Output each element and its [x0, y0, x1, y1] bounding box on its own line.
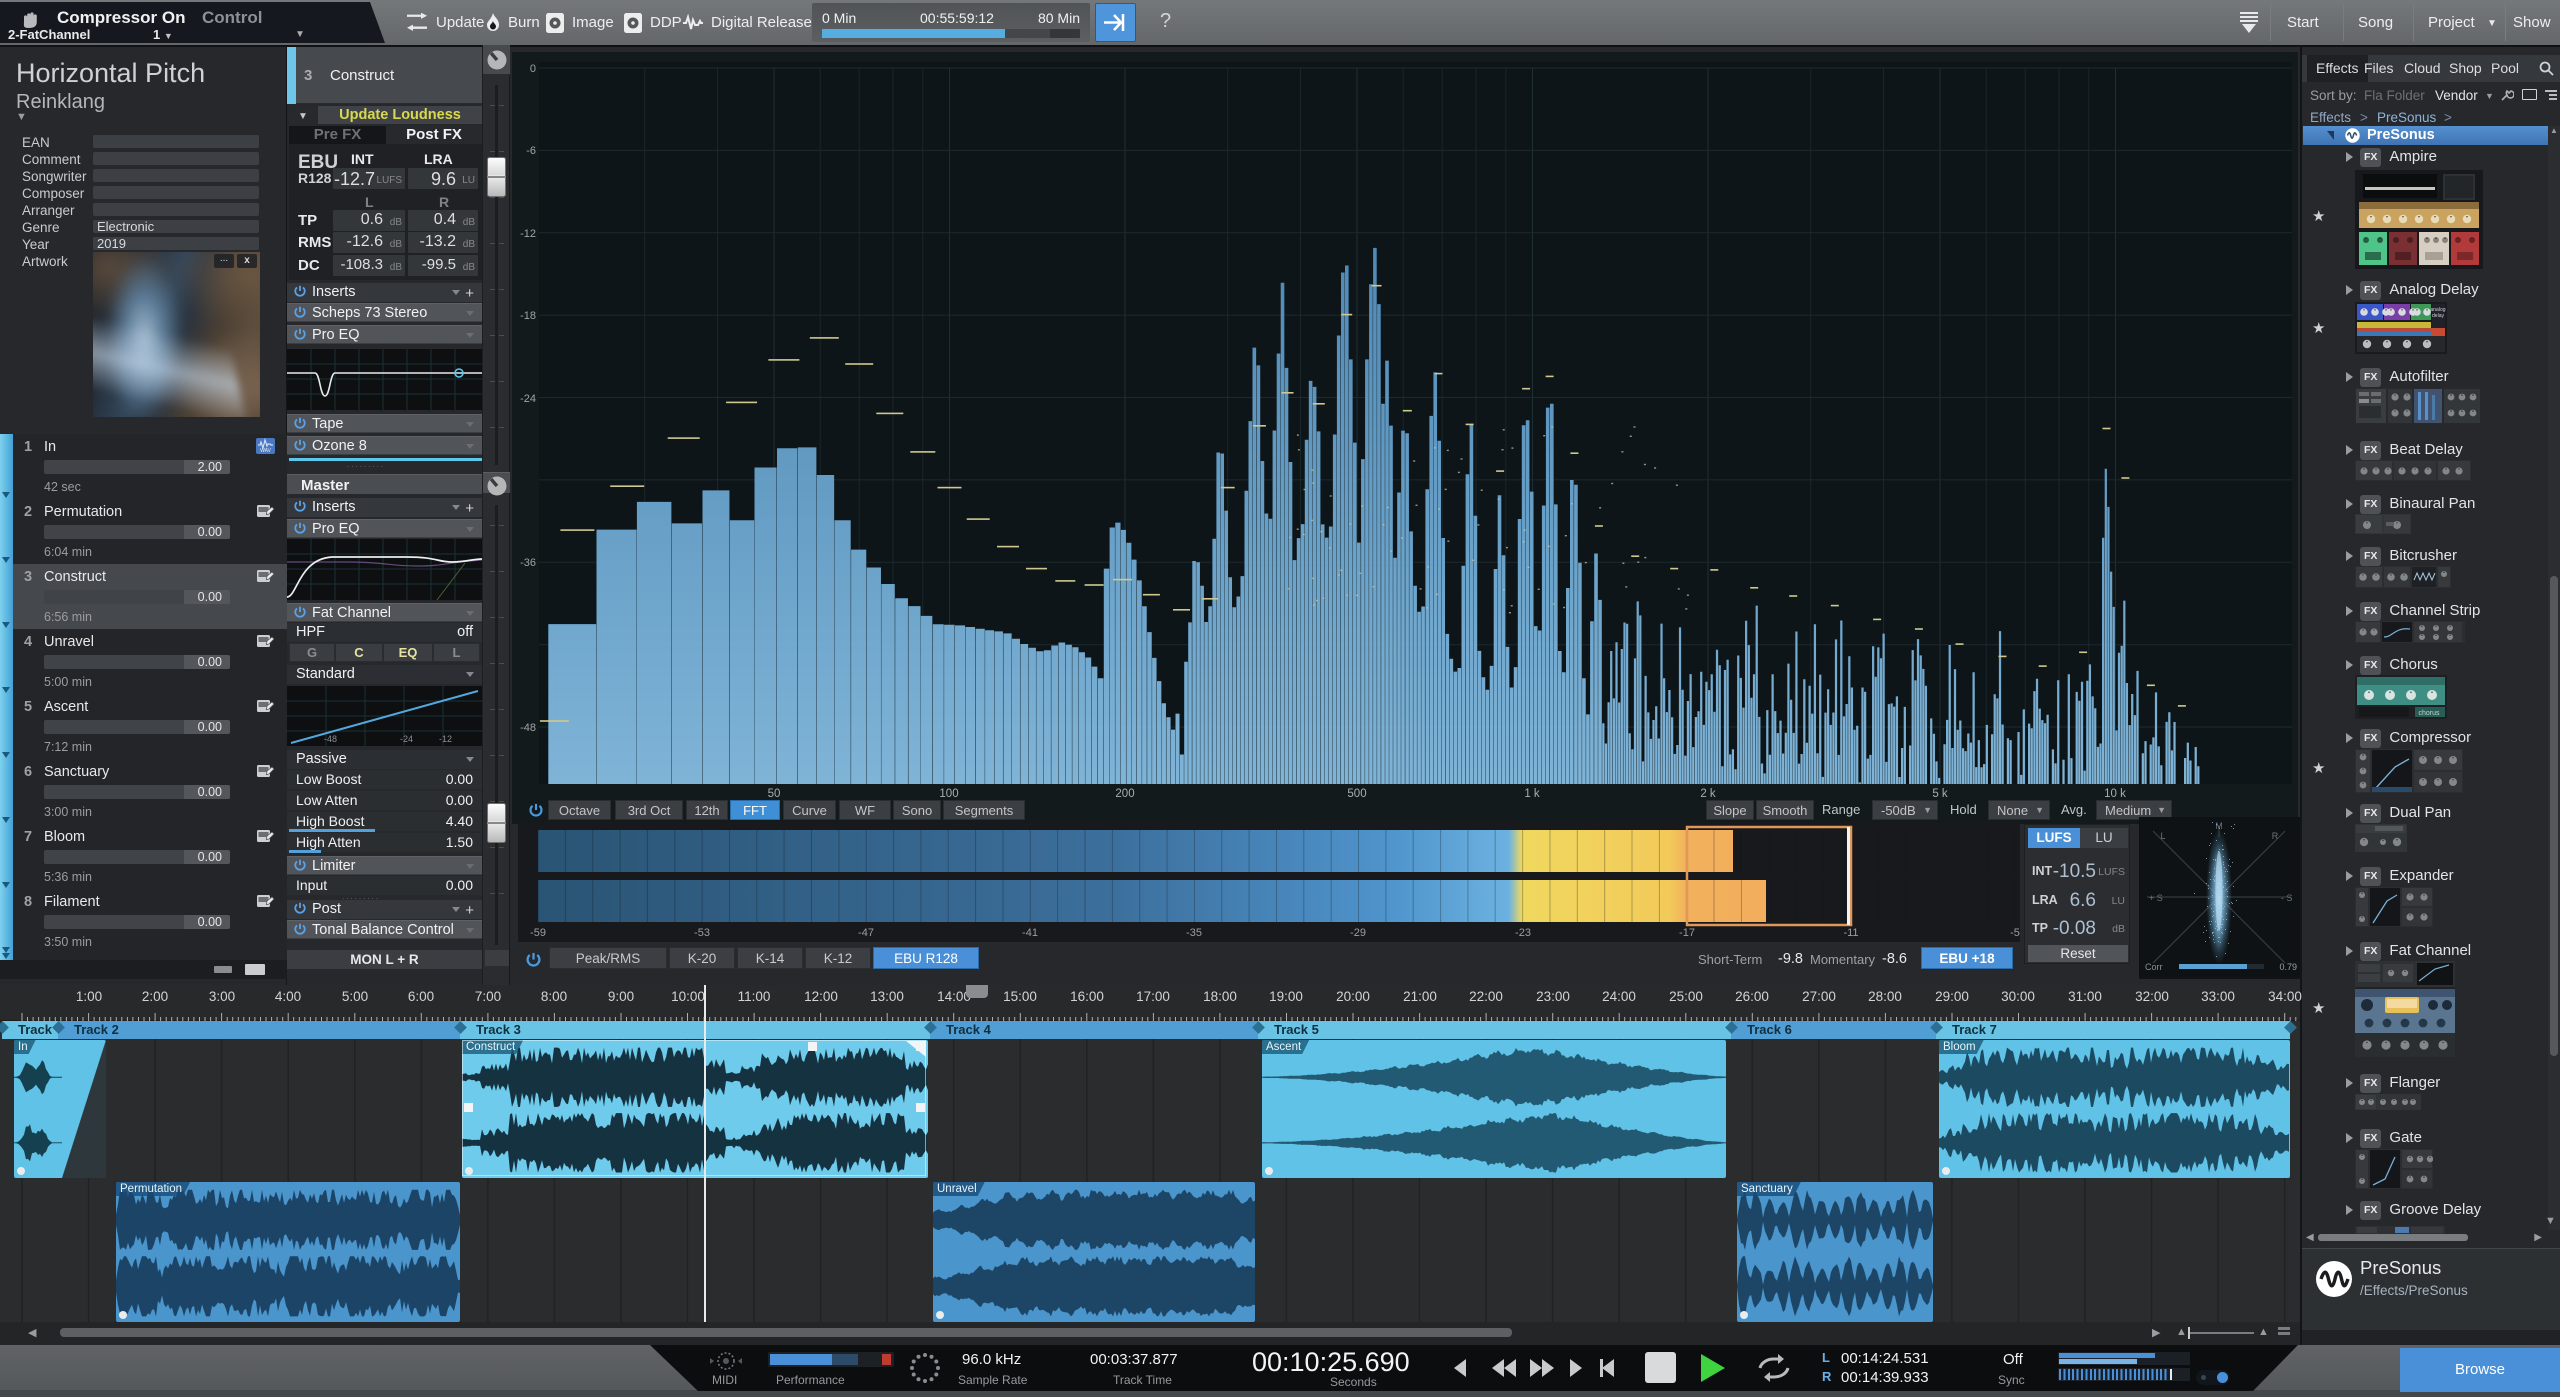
svg-text:-59: -59 [530, 927, 546, 939]
svg-text:R: R [2272, 831, 2279, 841]
svg-text:-23: -23 [1515, 927, 1531, 939]
svg-text:-53: -53 [694, 927, 710, 939]
svg-text:- S: - S [2281, 893, 2293, 903]
svg-text:-41: -41 [1022, 927, 1038, 939]
svg-text:-5: -5 [2010, 927, 2020, 939]
svg-text:L: L [2160, 831, 2165, 841]
svg-text:0.79: 0.79 [2279, 962, 2297, 972]
svg-text:chorus: chorus [2418, 710, 2440, 717]
svg-text:-12: -12 [520, 228, 536, 240]
svg-text:-24: -24 [400, 734, 413, 744]
svg-text:-48: -48 [520, 722, 536, 734]
svg-text:2 k: 2 k [1700, 788, 1716, 800]
svg-text:+ S: + S [2149, 893, 2163, 903]
svg-text:-12: -12 [439, 734, 452, 744]
svg-text:-11: -11 [1843, 927, 1858, 939]
svg-text:5 k: 5 k [1932, 788, 1948, 800]
svg-text:Corr: Corr [2145, 962, 2163, 972]
svg-text:-48: -48 [324, 734, 337, 744]
svg-text:100: 100 [939, 788, 958, 800]
svg-text:500: 500 [1347, 788, 1366, 800]
svg-text:-24: -24 [520, 393, 536, 405]
svg-text:0: 0 [530, 63, 536, 75]
svg-text:-35: -35 [1186, 927, 1202, 939]
svg-text:1 k: 1 k [1524, 788, 1540, 800]
svg-text:50: 50 [768, 788, 781, 800]
svg-text:-29: -29 [1350, 927, 1366, 939]
svg-text:200: 200 [1115, 788, 1134, 800]
svg-text:-47: -47 [858, 927, 874, 939]
svg-text:-6: -6 [526, 145, 536, 157]
svg-text:-18: -18 [520, 310, 536, 322]
svg-text:10 k: 10 k [2104, 788, 2126, 800]
svg-text:delay: delay [2432, 313, 2444, 319]
svg-text:-36: -36 [520, 557, 536, 569]
svg-text:WAV: WAV [260, 448, 271, 454]
svg-text:-17: -17 [1679, 927, 1695, 939]
